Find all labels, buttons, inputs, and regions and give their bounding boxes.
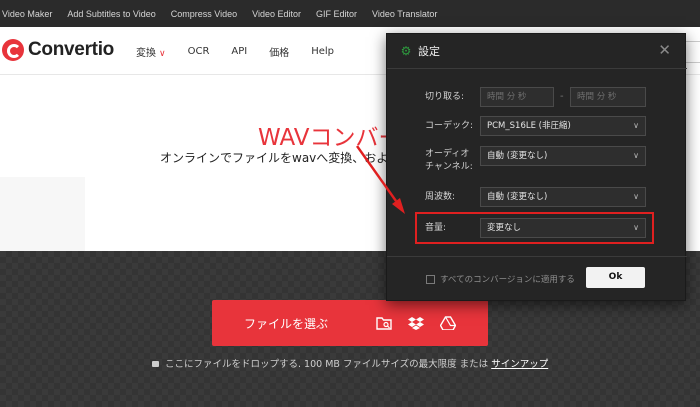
signup-link[interactable]: サインアップ <box>491 359 548 370</box>
apply-all-checkbox[interactable] <box>426 274 435 284</box>
chevron-down-icon: ∨ <box>633 151 639 160</box>
channel-label-line1: オーディオ <box>425 149 470 159</box>
top-link-video-editor[interactable]: Video Editor <box>252 9 301 19</box>
chevron-down-icon: ∨ <box>159 49 166 59</box>
settings-dialog: ⚙ 設定 ✕ 切り取る: 時間 分 秒 - 時間 分 秒 コーデック: PCM_… <box>386 33 687 301</box>
top-link-gif-editor[interactable]: GIF Editor <box>316 9 357 19</box>
nav-help[interactable]: Help <box>311 46 334 57</box>
gear-icon: ⚙ <box>400 44 412 58</box>
channel-value: 自動 (変更なし) <box>487 151 548 161</box>
codec-label: コーデック: <box>425 121 474 131</box>
google-drive-icon[interactable] <box>438 313 458 333</box>
top-link-compress-video[interactable]: Compress Video <box>171 9 237 19</box>
ok-button[interactable]: Ok <box>586 267 645 288</box>
dialog-header: ⚙ 設定 <box>387 34 687 68</box>
main-nav: 変換 ∨ OCR API 価格 Help <box>136 44 356 59</box>
top-link-add-subtitles[interactable]: Add Subtitles to Video <box>67 9 155 19</box>
hero-blank-area <box>85 177 385 251</box>
frequency-select[interactable]: 自動 (変更なし) ∨ <box>480 187 646 207</box>
page-title: WAVコンバー <box>258 125 402 151</box>
apply-all-option[interactable]: すべてのコンバージョンに適用する <box>426 273 575 285</box>
top-link-video-maker[interactable]: Video Maker <box>2 9 52 19</box>
channel-label-line2: チャンネル: <box>425 162 473 172</box>
top-links-bar: Video Maker Add Subtitles to Video Compr… <box>0 0 700 27</box>
channel-select[interactable]: 自動 (変更なし) ∨ <box>480 146 646 166</box>
codec-value: PCM_S16LE (非圧縮) <box>487 121 571 131</box>
nav-pricing[interactable]: 価格 <box>269 44 289 59</box>
logo-text: Convertio <box>28 39 114 60</box>
nav-api[interactable]: API <box>231 46 247 57</box>
choose-file-label: ファイルを選ぶ <box>244 316 329 331</box>
logo[interactable]: Convertio <box>2 39 114 61</box>
frequency-value: 自動 (変更なし) <box>487 192 548 202</box>
nav-convert[interactable]: 変換 ∨ <box>136 44 166 59</box>
trim-start-input[interactable]: 時間 分 秒 <box>480 87 554 107</box>
trim-label: 切り取る: <box>425 92 465 102</box>
nav-convert-label: 変換 <box>136 48 156 59</box>
drop-note-text: ここにファイルをドロップする. 100 MB ファイルサイズの最大限度 または <box>165 359 489 370</box>
drop-note: ここにファイルをドロップする. 100 MB ファイルサイズの最大限度 または … <box>152 356 548 370</box>
top-link-video-translator[interactable]: Video Translator <box>372 9 437 19</box>
dropbox-icon[interactable] <box>406 313 426 333</box>
volume-select[interactable]: 変更なし ∨ <box>480 218 646 238</box>
chevron-down-icon: ∨ <box>633 192 639 201</box>
folder-search-icon[interactable] <box>374 313 394 333</box>
dialog-divider-bottom <box>387 256 687 257</box>
choose-file-button[interactable]: ファイルを選ぶ <box>212 300 488 346</box>
dialog-divider-top <box>387 68 687 69</box>
trim-end-input[interactable]: 時間 分 秒 <box>570 87 646 107</box>
nav-ocr[interactable]: OCR <box>188 46 210 57</box>
close-icon[interactable]: ✕ <box>658 43 671 58</box>
page-subtitle: オンラインでファイルをwavへ変換、およ <box>160 151 389 165</box>
hero-side-panel <box>0 177 85 251</box>
apply-all-label: すべてのコンバージョンに適用する <box>440 275 575 285</box>
chevron-down-icon: ∨ <box>633 223 639 232</box>
codec-select[interactable]: PCM_S16LE (非圧縮) ∨ <box>480 116 646 136</box>
trim-dash: - <box>560 91 564 102</box>
convertio-logo-icon <box>2 39 24 61</box>
lock-icon <box>152 361 159 367</box>
frequency-label: 周波数: <box>425 192 456 202</box>
dialog-title: 設定 <box>418 45 440 58</box>
volume-label: 音量: <box>425 223 447 233</box>
chevron-down-icon: ∨ <box>633 121 639 130</box>
volume-value: 変更なし <box>487 223 522 233</box>
